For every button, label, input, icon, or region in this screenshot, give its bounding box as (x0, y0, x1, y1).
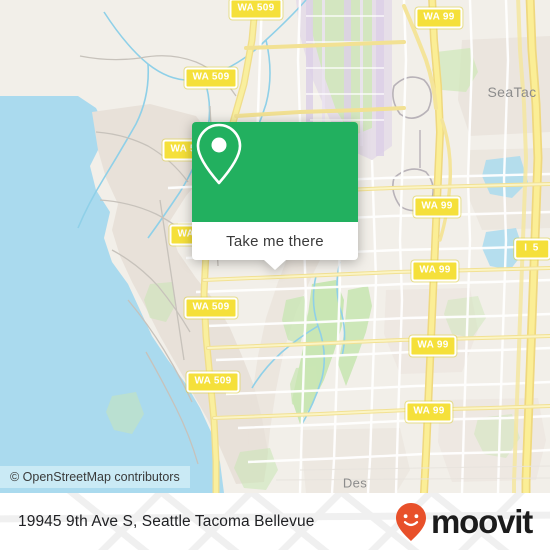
road-shield: WA 99 (405, 401, 453, 423)
moovit-pin-smiley-icon (396, 502, 427, 541)
map-screenshot: SeaTac Des WA 509 WA 99 WA 509 WA 509 WA… (0, 0, 550, 550)
moovit-wordmark: moovit (431, 503, 533, 540)
footer-bar: 19945 9th Ave S, Seattle Tacoma Bellevue… (0, 493, 550, 550)
moovit-logo: moovit (394, 502, 533, 542)
road-shield: I 5 (514, 238, 550, 260)
attribution-text: © OpenStreetMap contributors (10, 470, 180, 484)
road-shield: WA 99 (409, 335, 457, 357)
popup-header (192, 122, 358, 222)
map-canvas[interactable]: SeaTac Des WA 509 WA 99 WA 509 WA 509 WA… (0, 0, 550, 493)
road-shield: WA 99 (413, 196, 461, 218)
popup-action-bar[interactable]: Take me there (192, 222, 358, 260)
map-pin-icon (196, 123, 242, 185)
road-shield: WA 509 (186, 371, 240, 393)
location-popup-card[interactable]: Take me there (192, 122, 358, 270)
popup-tail (264, 260, 286, 270)
road-shield: WA 509 (184, 67, 238, 89)
take-me-there-label: Take me there (226, 232, 324, 250)
road-shield: WA 99 (411, 260, 459, 282)
road-shield: WA 509 (184, 297, 238, 319)
road-shield: WA 99 (415, 7, 463, 29)
road-shield: WA 509 (229, 0, 283, 20)
address-label: 19945 9th Ave S, Seattle Tacoma Bellevue (18, 512, 315, 530)
osm-attribution[interactable]: © OpenStreetMap contributors (0, 466, 190, 488)
